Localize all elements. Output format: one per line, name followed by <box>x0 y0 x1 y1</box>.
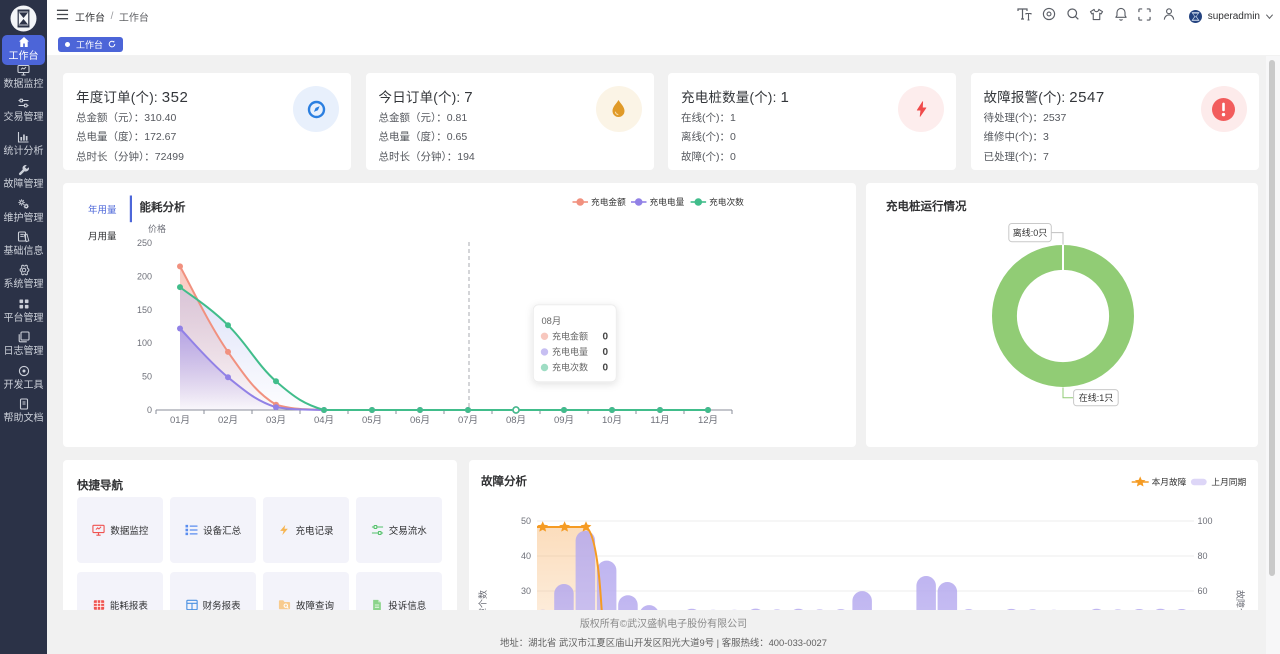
svg-text:250: 250 <box>137 238 152 248</box>
svg-text:80: 80 <box>1198 551 1208 561</box>
svg-text:年用量: 年用量 <box>88 204 117 216</box>
svg-text:03月: 03月 <box>266 415 286 426</box>
svg-text:0: 0 <box>602 332 608 343</box>
svg-text:离线:0只: 离线:0只 <box>1013 227 1048 238</box>
svg-text:02月: 02月 <box>218 415 238 426</box>
svg-text:充电金额: 充电金额 <box>552 331 588 342</box>
svg-text:11月: 11月 <box>650 415 669 426</box>
svg-text:0: 0 <box>602 363 608 374</box>
svg-text:12月: 12月 <box>698 415 718 426</box>
svg-text:150: 150 <box>137 305 152 315</box>
svg-text:01月: 01月 <box>170 415 190 426</box>
svg-text:10月: 10月 <box>602 415 622 426</box>
svg-text:30: 30 <box>521 586 531 596</box>
svg-text:本月故障: 本月故障 <box>1152 476 1187 487</box>
svg-text:05月: 05月 <box>362 415 382 426</box>
svg-text:充电次数: 充电次数 <box>709 196 744 207</box>
svg-text:200: 200 <box>137 271 152 281</box>
svg-text:能耗分析: 能耗分析 <box>140 200 186 214</box>
svg-text:08月: 08月 <box>542 316 562 326</box>
svg-text:50: 50 <box>521 516 531 526</box>
svg-text:充电金额: 充电金额 <box>591 196 626 207</box>
svg-text:月用量: 月用量 <box>88 232 117 243</box>
svg-text:充电次数: 充电次数 <box>552 362 588 373</box>
svg-text:60: 60 <box>1198 586 1208 596</box>
svg-text:在线:1只: 在线:1只 <box>1079 392 1114 403</box>
svg-text:0: 0 <box>602 347 608 358</box>
svg-text:100: 100 <box>1198 516 1213 526</box>
svg-text:06月: 06月 <box>410 415 430 426</box>
svg-text:40: 40 <box>521 551 531 561</box>
svg-text:07月: 07月 <box>458 415 478 426</box>
svg-text:充电电量: 充电电量 <box>650 196 685 207</box>
svg-text:100: 100 <box>137 338 152 348</box>
svg-text:0: 0 <box>147 405 152 415</box>
svg-text:价格: 价格 <box>148 223 166 234</box>
svg-text:09月: 09月 <box>554 415 574 426</box>
svg-text:上月同期: 上月同期 <box>1211 477 1246 487</box>
svg-text:04月: 04月 <box>314 415 334 426</box>
svg-text:充电电量: 充电电量 <box>552 346 588 357</box>
svg-text:50: 50 <box>142 372 152 382</box>
svg-text:08月: 08月 <box>506 415 526 426</box>
